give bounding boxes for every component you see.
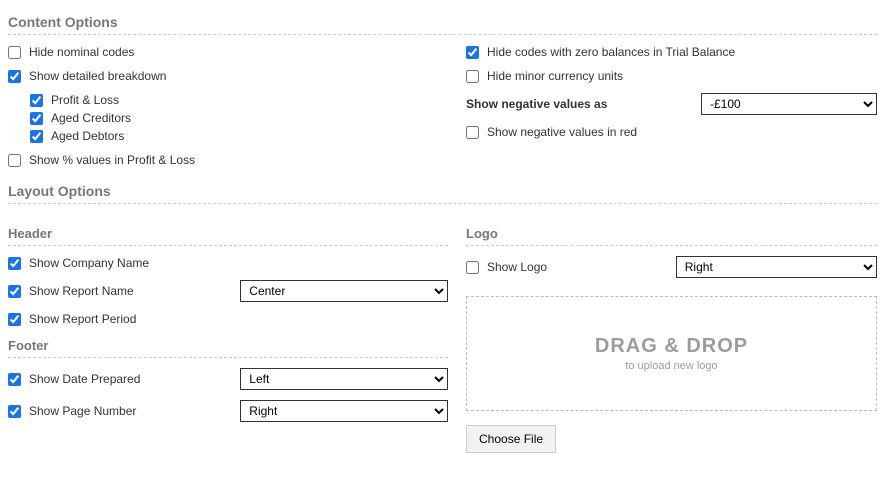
hide-minor-text: Hide minor currency units xyxy=(487,69,623,83)
show-period-checkbox[interactable] xyxy=(8,313,21,326)
show-breakdown-checkbox[interactable] xyxy=(8,70,21,83)
creditors-text: Aged Creditors xyxy=(51,111,131,125)
layout-right-col: Logo Show Logo Right DRAG & DROP to uplo… xyxy=(466,214,877,453)
logo-pos-select[interactable]: Right xyxy=(676,256,877,278)
content-right-col: Hide codes with zero balances in Trial B… xyxy=(466,45,877,177)
pl-text: Profit & Loss xyxy=(51,93,119,107)
show-page-checkbox[interactable] xyxy=(8,405,21,418)
show-page-text: Show Page Number xyxy=(29,404,136,418)
show-company-text: Show Company Name xyxy=(29,256,149,270)
neg-red-text: Show negative values in red xyxy=(487,125,637,139)
show-breakdown-text: Show detailed breakdown xyxy=(29,69,166,83)
logo-title: Logo xyxy=(466,226,877,246)
hide-zero-checkbox[interactable] xyxy=(466,46,479,59)
choose-file-button[interactable]: Choose File xyxy=(466,425,556,453)
show-period-text: Show Report Period xyxy=(29,312,136,326)
show-company-label[interactable]: Show Company Name xyxy=(8,256,243,270)
footer-title: Footer xyxy=(8,338,448,358)
hide-nominal-label[interactable]: Hide nominal codes xyxy=(8,45,134,59)
show-pct-checkbox[interactable] xyxy=(8,154,21,167)
show-company-checkbox[interactable] xyxy=(8,257,21,270)
dropzone-big-text: DRAG & DROP xyxy=(595,335,748,358)
show-pct-label[interactable]: Show % values in Profit & Loss xyxy=(8,153,195,167)
show-report-name-text: Show Report Name xyxy=(29,284,134,298)
show-date-label[interactable]: Show Date Prepared xyxy=(8,372,240,386)
pl-checkbox[interactable] xyxy=(30,94,43,107)
show-report-name-checkbox[interactable] xyxy=(8,285,21,298)
logo-dropzone[interactable]: DRAG & DROP to upload new logo xyxy=(466,296,877,411)
show-date-text: Show Date Prepared xyxy=(29,372,140,386)
layout-options-title: Layout Options xyxy=(8,183,877,204)
hide-zero-label[interactable]: Hide codes with zero balances in Trial B… xyxy=(466,45,735,59)
hide-minor-label[interactable]: Hide minor currency units xyxy=(466,69,623,83)
neg-values-select[interactable]: -£100 xyxy=(701,93,877,115)
debtors-label[interactable]: Aged Debtors xyxy=(30,129,124,143)
hide-minor-checkbox[interactable] xyxy=(466,70,479,83)
neg-red-label[interactable]: Show negative values in red xyxy=(466,125,637,139)
show-logo-text: Show Logo xyxy=(487,260,547,274)
show-pct-text: Show % values in Profit & Loss xyxy=(29,153,195,167)
content-options-title: Content Options xyxy=(8,14,877,35)
show-page-label[interactable]: Show Page Number xyxy=(8,404,240,418)
page-pos-select[interactable]: Right xyxy=(240,400,448,422)
hide-nominal-text: Hide nominal codes xyxy=(29,45,134,59)
report-name-pos-select[interactable]: Center xyxy=(240,280,448,302)
header-title: Header xyxy=(8,226,448,246)
content-left-col: Hide nominal codes Show detailed breakdo… xyxy=(8,45,448,177)
creditors-checkbox[interactable] xyxy=(30,112,43,125)
creditors-label[interactable]: Aged Creditors xyxy=(30,111,131,125)
show-period-label[interactable]: Show Report Period xyxy=(8,312,243,326)
hide-nominal-checkbox[interactable] xyxy=(8,46,21,59)
show-report-name-label[interactable]: Show Report Name xyxy=(8,284,240,298)
show-date-checkbox[interactable] xyxy=(8,373,21,386)
debtors-checkbox[interactable] xyxy=(30,130,43,143)
neg-values-text: Show negative values as xyxy=(466,97,701,111)
show-breakdown-label[interactable]: Show detailed breakdown xyxy=(8,69,166,83)
neg-values-label: Show negative values as xyxy=(466,97,701,111)
pl-label[interactable]: Profit & Loss xyxy=(30,93,119,107)
breakdown-indent: Profit & Loss Aged Creditors Aged Debtor… xyxy=(30,93,448,143)
date-pos-select[interactable]: Left xyxy=(240,368,448,390)
show-logo-checkbox[interactable] xyxy=(466,261,479,274)
neg-red-checkbox[interactable] xyxy=(466,126,479,139)
layout-left-col: Header Show Company Name Show Report Nam… xyxy=(8,214,448,453)
show-logo-label[interactable]: Show Logo xyxy=(466,260,676,274)
debtors-text: Aged Debtors xyxy=(51,129,124,143)
dropzone-small-text: to upload new logo xyxy=(625,360,717,372)
hide-zero-text: Hide codes with zero balances in Trial B… xyxy=(487,45,735,59)
